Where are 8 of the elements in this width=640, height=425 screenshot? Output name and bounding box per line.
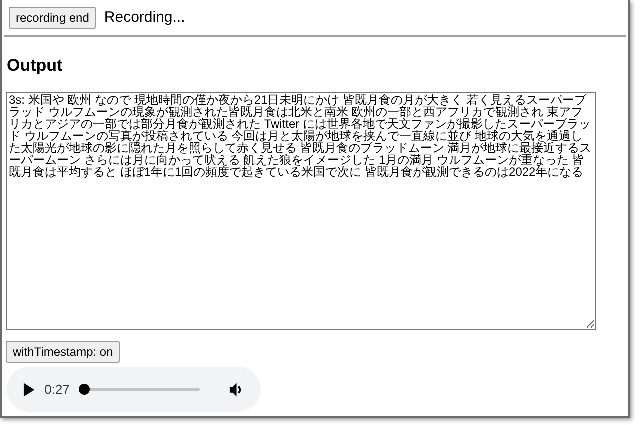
output-text-area[interactable]: 3s: 米国や 欧州 なので 現地時間の僅か夜から21日未明にかけ 皆既月食の月が大きく 若く見えるスーパーブラッド ウルフムーンの現象が観測された皆既月食は北米と南米 欧州の一部と西アフリカで観測され 東アフリカとアジアの一部では部分月食が観測された Twitter には世界各地で天文ファンが撮影したスーパーブラッド ウルフムーンの写真が投稿されている 今回は月と太陽が地球を挟んで一直線に並び 地球の大気を通過した太陽光が地球の影に隠れた月を照らして赤く見せる 皆既月食のブラッドムーン 満月が地球に最接近するスーパームーン さらには月に向かって吠える 飢えた狼をイメージした 1月の満月 ウルフムーンが重なった 皆既月食は平均すると ほぼ1年に1回の頻度で起きている米国で次に 皆既月食が観測できるのは2022年になる [6,92,596,330]
play-icon[interactable] [23,382,35,396]
timestamp-toggle-button[interactable]: withTimestamp: on [6,341,120,363]
output-heading: Output [7,54,64,76]
seek-thumb[interactable] [78,384,90,395]
time-display: 0:27 [44,380,70,399]
recording-end-button[interactable]: recording end [9,7,96,30]
recording-status: Recording... [104,8,186,28]
